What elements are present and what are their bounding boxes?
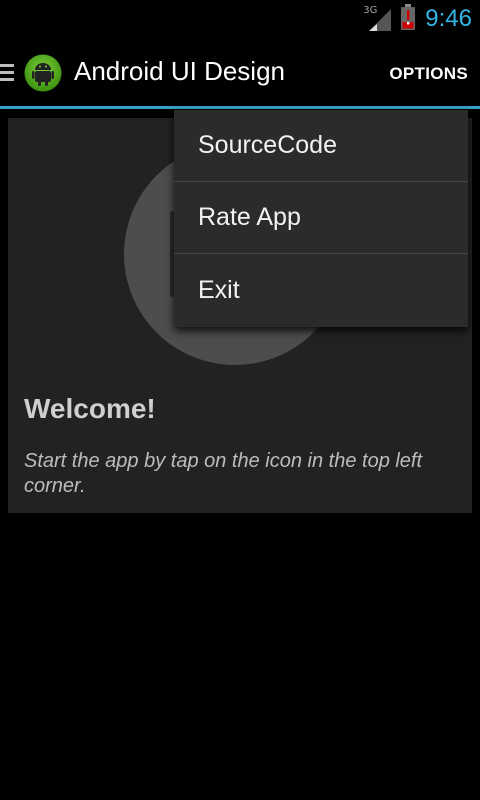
action-bar: Android UI Design OPTIONS [0, 38, 480, 106]
android-app-icon[interactable] [24, 54, 62, 92]
signal-icon: 3G [363, 5, 392, 31]
status-icons: 3G 9:46 [363, 4, 472, 34]
network-type: 3G [363, 5, 378, 16]
app-title: Android UI Design [74, 56, 285, 86]
menu-item-exit[interactable]: Exit [174, 254, 468, 326]
drawer-toggle-icon[interactable] [0, 64, 14, 82]
action-bar-divider [0, 106, 480, 109]
menu-item-sourcecode[interactable]: SourceCode [174, 110, 468, 182]
options-button[interactable]: OPTIONS [389, 64, 468, 84]
battery-alert-icon [401, 4, 416, 34]
overflow-menu: SourceCode Rate App Exit [174, 110, 468, 327]
menu-item-rate-app[interactable]: Rate App [174, 182, 468, 254]
welcome-heading: Welcome! [24, 393, 156, 424]
status-time: 9:46 [425, 5, 472, 32]
welcome-description: Start the app by tap on the icon in the … [24, 450, 423, 497]
status-bar: 3G 9:46 [0, 0, 480, 38]
